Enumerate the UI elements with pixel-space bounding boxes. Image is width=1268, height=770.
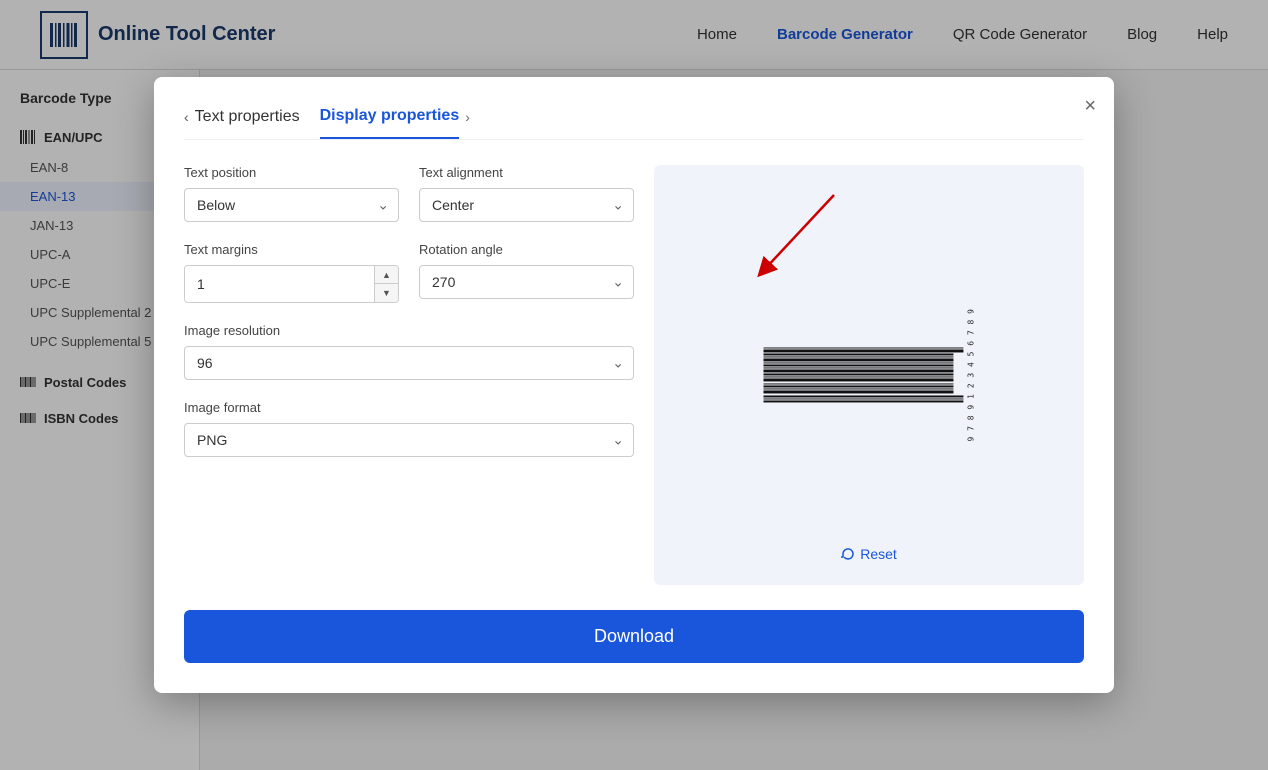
image-format-select[interactable]: PNG JPEG SVG GIF [184, 423, 634, 457]
modal-body: Text position Below Above None Text alig… [184, 165, 1084, 585]
text-position-label: Text position [184, 165, 399, 180]
spinner-down-button[interactable]: ▼ [374, 284, 398, 302]
form-row-3: Image resolution 72 96 150 300 [184, 323, 634, 380]
text-margins-label: Text margins [184, 242, 399, 257]
form-group-text-alignment: Text alignment Center Left Right [419, 165, 634, 222]
form-group-image-resolution: Image resolution 72 96 150 300 [184, 323, 634, 380]
tab-text-properties[interactable]: ‹ Text properties [184, 108, 300, 138]
modal-dialog: ‹ Text properties Display properties › ×… [154, 77, 1114, 693]
barcode-svg [763, 348, 963, 403]
tab-active-label: Display properties [320, 107, 460, 124]
background-page: Online Tool Center Home Barcode Generato… [0, 0, 1268, 770]
image-resolution-label: Image resolution [184, 323, 634, 338]
reset-label: Reset [860, 546, 897, 562]
barcode-rotated: 9 7 8 9 1 2 3 4 5 6 7 8 9 [763, 309, 975, 442]
image-format-select-wrapper[interactable]: PNG JPEG SVG GIF [184, 423, 634, 457]
form-group-rotation-angle: Rotation angle 0 90 180 270 [419, 242, 634, 303]
spinner-up-button[interactable]: ▲ [374, 266, 398, 284]
reset-button[interactable]: Reset [833, 538, 905, 570]
reset-icon [841, 547, 855, 561]
modal-overlay: ‹ Text properties Display properties › ×… [0, 0, 1268, 770]
download-button[interactable]: Download [184, 610, 1084, 663]
chevron-left-icon: ‹ [184, 109, 189, 125]
rotation-angle-select-wrapper[interactable]: 0 90 180 270 [419, 265, 634, 299]
text-alignment-select[interactable]: Center Left Right [419, 188, 634, 222]
annotation-arrow [674, 185, 874, 305]
text-position-select[interactable]: Below Above None [184, 188, 399, 222]
image-resolution-select[interactable]: 72 96 150 300 [184, 346, 634, 380]
tab-prev-label: Text properties [195, 108, 300, 126]
image-resolution-select-wrapper[interactable]: 72 96 150 300 [184, 346, 634, 380]
close-button[interactable]: × [1084, 95, 1096, 118]
modal-form: Text position Below Above None Text alig… [184, 165, 634, 585]
form-row-4: Image format PNG JPEG SVG GIF [184, 400, 634, 457]
text-alignment-select-wrapper[interactable]: Center Left Right [419, 188, 634, 222]
barcode-preview-panel: 9 7 8 9 1 2 3 4 5 6 7 8 9 Reset [654, 165, 1084, 585]
text-position-select-wrapper[interactable]: Below Above None [184, 188, 399, 222]
modal-tabs: ‹ Text properties Display properties › [184, 107, 1084, 140]
text-margins-input[interactable] [185, 266, 374, 302]
text-margins-input-wrapper[interactable]: ▲ ▼ [184, 265, 399, 303]
text-alignment-label: Text alignment [419, 165, 634, 180]
form-row-2: Text margins ▲ ▼ Rotation angle [184, 242, 634, 303]
barcode-number: 9 7 8 9 1 2 3 4 5 6 7 8 9 [966, 309, 975, 442]
form-group-text-position: Text position Below Above None [184, 165, 399, 222]
download-section: Download [184, 610, 1084, 663]
rotation-angle-select[interactable]: 0 90 180 270 [419, 265, 634, 299]
tab-display-properties[interactable]: Display properties [320, 107, 460, 139]
form-group-image-format: Image format PNG JPEG SVG GIF [184, 400, 634, 457]
tab-next-chevron: › [465, 109, 470, 137]
image-format-label: Image format [184, 400, 634, 415]
rotation-angle-label: Rotation angle [419, 242, 634, 257]
form-group-text-margins: Text margins ▲ ▼ [184, 242, 399, 303]
number-spinners: ▲ ▼ [374, 266, 398, 302]
form-row-1: Text position Below Above None Text alig… [184, 165, 634, 222]
